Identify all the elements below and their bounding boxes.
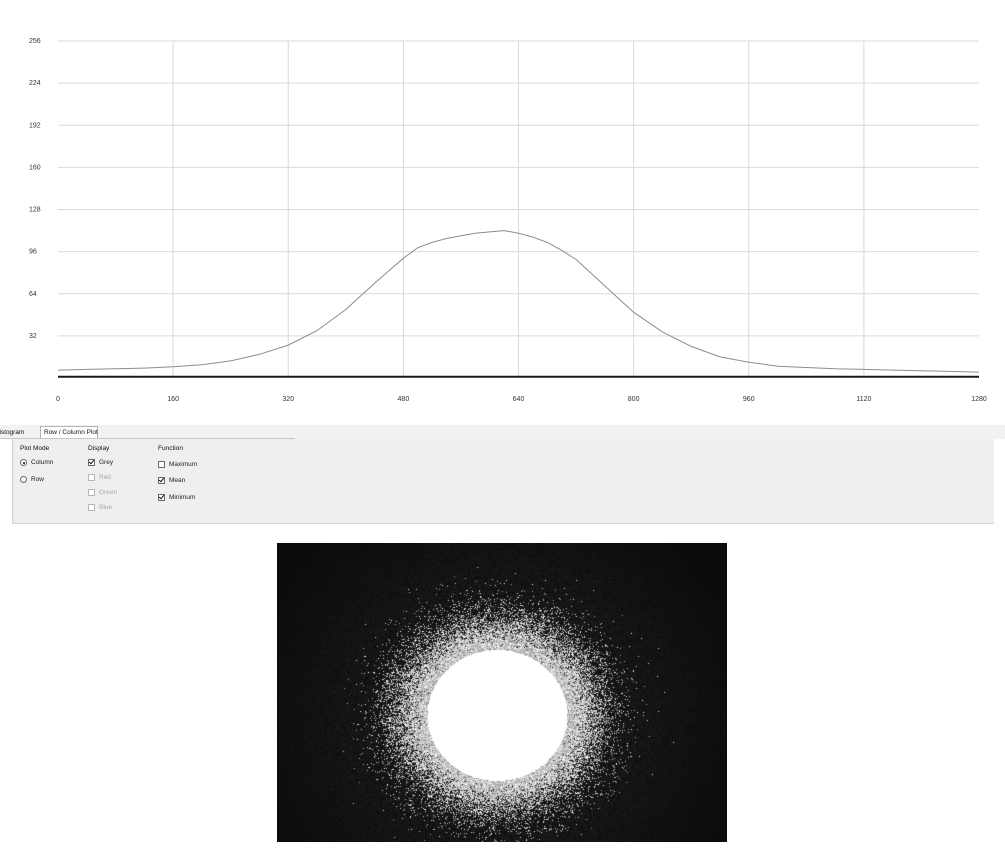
- plot-mode-column-radio[interactable]: Column: [20, 458, 53, 467]
- function-minimum-label: Minimum: [169, 494, 196, 501]
- function-mean-label: Mean: [169, 477, 186, 484]
- beam-profile-image: [277, 543, 727, 842]
- radio-icon: [20, 459, 27, 466]
- radio-icon: [20, 476, 27, 483]
- function-maximum-checkbox[interactable]: Maximum: [158, 460, 197, 469]
- y-tick-label: 256: [29, 38, 41, 45]
- display-red-label: Red: [99, 474, 111, 481]
- x-tick-label: 160: [167, 396, 179, 403]
- x-tick-label: 960: [743, 396, 755, 403]
- display-green-label: Green: [99, 489, 118, 496]
- x-tick-label: 800: [628, 396, 640, 403]
- x-tick-label: 1120: [856, 396, 871, 403]
- x-tick-label: 640: [513, 396, 525, 403]
- row-column-plot: 32 64 96 128 160 192 224 256 0 160 320 480 640 800 960…: [0, 0, 1005, 425]
- y-tick-label: 160: [29, 164, 41, 171]
- checkbox-icon: [88, 489, 95, 496]
- plot-mode-row-radio[interactable]: Row: [20, 475, 44, 484]
- display-blue-checkbox[interactable]: Blue: [88, 503, 112, 512]
- y-tick-label: 224: [29, 80, 41, 87]
- y-tick-label: 32: [29, 333, 37, 340]
- x-tick-label: 320: [282, 396, 294, 403]
- checkbox-icon: [158, 494, 165, 501]
- display-blue-label: Blue: [99, 504, 113, 511]
- checkbox-icon: [158, 461, 165, 468]
- checkbox-icon: [88, 504, 95, 511]
- plot-mode-row-label: Row: [31, 476, 45, 483]
- display-green-checkbox[interactable]: Green: [88, 488, 117, 497]
- function-minimum-checkbox[interactable]: Minimum: [158, 493, 195, 502]
- display-grey-checkbox[interactable]: Grey: [88, 458, 113, 467]
- checkbox-icon: [88, 459, 95, 466]
- y-tick-label: 192: [29, 122, 41, 129]
- function-title: Function: [158, 445, 183, 452]
- display-red-checkbox[interactable]: Red: [88, 473, 111, 482]
- plot-mode-column-label: Column: [31, 459, 54, 466]
- plot-svg: 32 64 96 128 160 192 224 256 0 160 320 480 640 800 960…: [29, 38, 987, 403]
- display-title: Display: [88, 445, 110, 452]
- y-tick-label: 96: [29, 249, 37, 256]
- function-mean-checkbox[interactable]: Mean: [158, 476, 185, 485]
- x-tick-label: 1280: [971, 396, 987, 403]
- beam-profile-canvas: [277, 543, 727, 842]
- x-tick-label: 0: [56, 396, 60, 403]
- function-maximum-label: Maximum: [169, 461, 198, 468]
- y-tick-label: 128: [29, 207, 41, 214]
- checkbox-icon: [88, 474, 95, 481]
- tab-strip: listogram Row / Column Plot: [0, 425, 1005, 440]
- y-tick-label: 64: [29, 291, 37, 298]
- plot-options-panel: Plot Mode Column Row Display Grey Red Gr…: [12, 439, 994, 524]
- plot-mode-title: Plot Mode: [20, 445, 50, 452]
- checkbox-icon: [158, 477, 165, 484]
- display-grey-label: Grey: [99, 459, 114, 466]
- x-tick-label: 480: [398, 396, 410, 403]
